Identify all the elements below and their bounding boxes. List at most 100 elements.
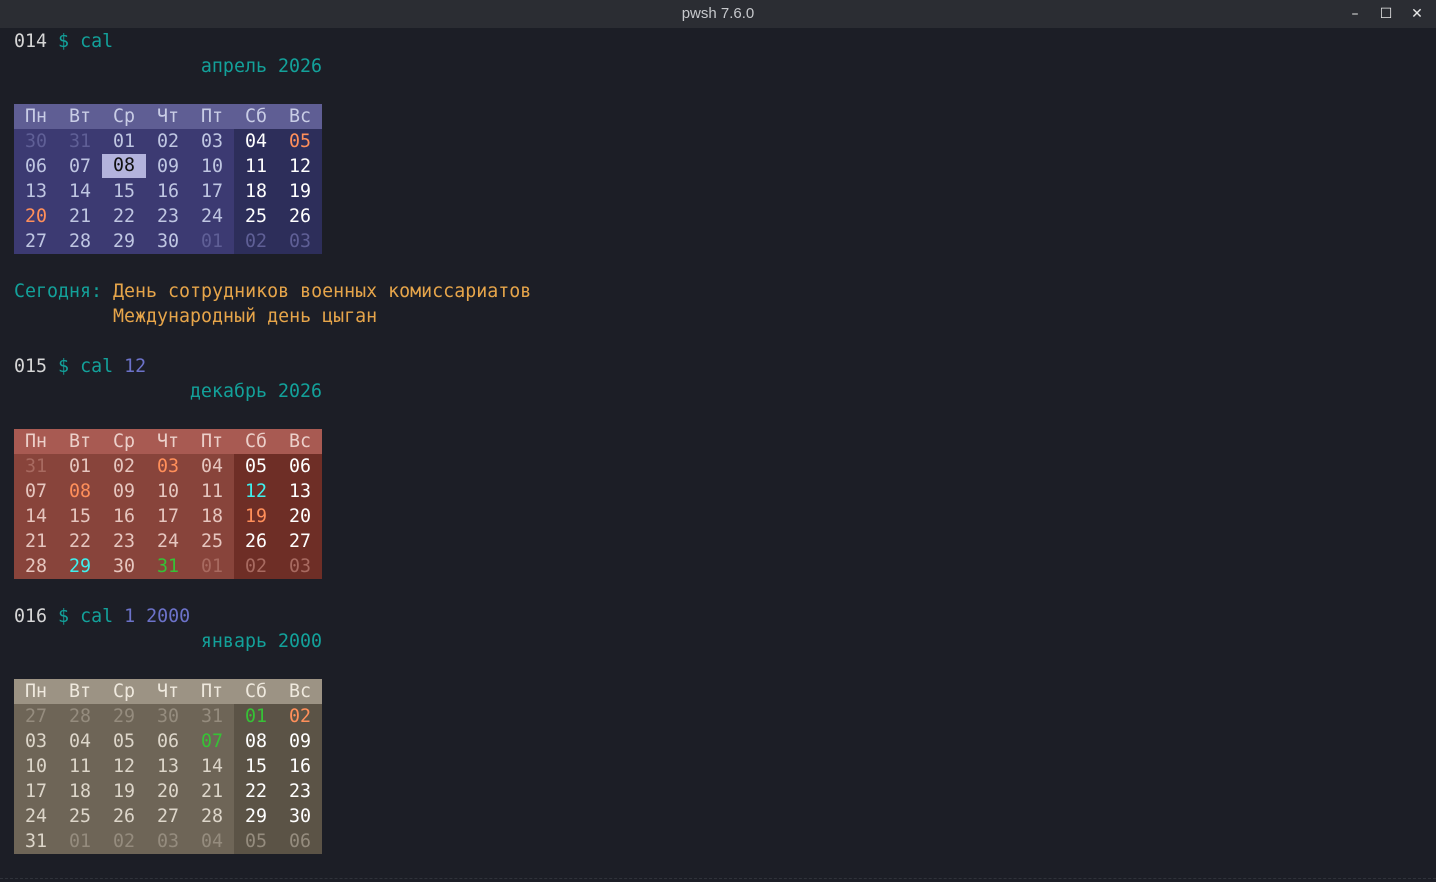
day-cell: 17	[190, 179, 234, 204]
day-cell: 03	[14, 729, 58, 754]
day-cell: 13	[278, 479, 322, 504]
day-cell: 28	[190, 804, 234, 829]
day-cell: 03	[146, 829, 190, 854]
prompt-line: 014 $ cal	[14, 29, 113, 54]
day-cell: 19	[102, 779, 146, 804]
day-cell: 15	[102, 179, 146, 204]
weekday-header: Вт	[58, 104, 102, 129]
prompt-number: 014	[14, 31, 48, 52]
day-cell: 22	[58, 529, 102, 554]
prompt-line: 015 $ cal 12	[14, 354, 146, 379]
day-cell: 15	[58, 504, 102, 529]
day-cell: 18	[234, 179, 278, 204]
calendar-grid: Пн Вт Ср Чт Пт Сб Вс 31 01 02 03 04 05 06 07 08 09 10 11 12…	[14, 429, 322, 579]
day-cell: 30	[146, 229, 190, 254]
day-cell: 30	[278, 804, 322, 829]
day-cell: 10	[14, 754, 58, 779]
day-cell: 03	[278, 229, 322, 254]
day-cell: 31	[190, 704, 234, 729]
bottom-divider	[0, 878, 1436, 879]
day-cell: 26	[102, 804, 146, 829]
day-cell: 16	[146, 179, 190, 204]
today-event: Международный день цыган	[113, 306, 378, 327]
day-cell: 27	[14, 704, 58, 729]
day-cell: 02	[234, 554, 278, 579]
prompt-symbol: $	[58, 606, 70, 627]
day-cell: 01	[190, 229, 234, 254]
day-cell: 09	[146, 154, 190, 179]
weekday-header: Пн	[14, 679, 58, 704]
day-cell: 08	[58, 479, 102, 504]
day-cell: 23	[278, 779, 322, 804]
day-cell: 12	[278, 154, 322, 179]
day-cell: 09	[102, 479, 146, 504]
day-cell: 14	[14, 504, 58, 529]
day-cell: 24	[146, 529, 190, 554]
day-cell: 16	[278, 754, 322, 779]
day-cell: 18	[58, 779, 102, 804]
day-cell: 02	[102, 829, 146, 854]
day-cell: 24	[190, 204, 234, 229]
today-label: Сегодня:	[14, 281, 103, 302]
day-cell: 10	[190, 154, 234, 179]
day-cell: 02	[234, 229, 278, 254]
weekday-header: Вс	[278, 104, 322, 129]
day-cell: 07	[14, 479, 58, 504]
day-cell: 04	[58, 729, 102, 754]
day-cell: 24	[14, 804, 58, 829]
command-text: cal	[80, 31, 114, 52]
today-highlight: 08	[102, 154, 146, 178]
day-cell: 30	[146, 704, 190, 729]
day-cell: 01	[58, 829, 102, 854]
day-cell: 29	[102, 229, 146, 254]
day-cell: 25	[190, 529, 234, 554]
prompt-number: 015	[14, 356, 48, 377]
day-cell: 04	[190, 454, 234, 479]
month-title: декабрь 2026	[189, 381, 322, 402]
day-cell: 13	[14, 179, 58, 204]
day-cell: 26	[278, 204, 322, 229]
day-cell: 06	[278, 829, 322, 854]
day-cell: 02	[146, 129, 190, 154]
day-cell: 03	[146, 454, 190, 479]
weekday-header: Чт	[146, 104, 190, 129]
day-cell: 31	[14, 829, 58, 854]
day-cell: 20	[14, 204, 58, 229]
day-cell: 17	[146, 504, 190, 529]
close-icon[interactable]: ✕	[1405, 2, 1429, 26]
day-cell: 29	[102, 704, 146, 729]
weekday-header: Пт	[190, 429, 234, 454]
command-text: cal	[80, 606, 114, 627]
weekday-header: Пт	[190, 679, 234, 704]
window-title: pwsh 7.6.0	[681, 5, 755, 22]
command-args: 12	[124, 356, 147, 377]
minimize-icon[interactable]: –	[1343, 2, 1367, 26]
day-cell: 30	[14, 129, 58, 154]
day-cell: 11	[58, 754, 102, 779]
weekday-header: Ср	[102, 104, 146, 129]
day-cell: 30	[102, 554, 146, 579]
day-cell: 28	[58, 229, 102, 254]
day-cell: 14	[190, 754, 234, 779]
day-cell: 26	[234, 529, 278, 554]
day-cell: 18	[190, 504, 234, 529]
weekday-header: Пт	[190, 104, 234, 129]
day-cell: 05	[102, 729, 146, 754]
day-cell: 16	[102, 504, 146, 529]
window-titlebar: pwsh 7.6.0 – ☐ ✕	[0, 0, 1436, 28]
day-cell: 28	[14, 554, 58, 579]
terminal-output[interactable]: 014 $ cal апрель 2026 Пн Вт Ср Чт Пт Сб Вс 30 31…	[14, 29, 1422, 882]
weekday-header: Вт	[58, 429, 102, 454]
day-cell: 21	[190, 779, 234, 804]
day-cell: 06	[146, 729, 190, 754]
weekday-header: Пн	[14, 104, 58, 129]
day-cell: 21	[14, 529, 58, 554]
day-cell: 07	[190, 729, 234, 754]
day-cell: 15	[234, 754, 278, 779]
day-cell: 06	[278, 454, 322, 479]
day-cell: 10	[146, 479, 190, 504]
prompt-number: 016	[14, 606, 48, 627]
day-cell: 02	[102, 454, 146, 479]
maximize-icon[interactable]: ☐	[1374, 2, 1398, 26]
weekday-header: Ср	[102, 429, 146, 454]
